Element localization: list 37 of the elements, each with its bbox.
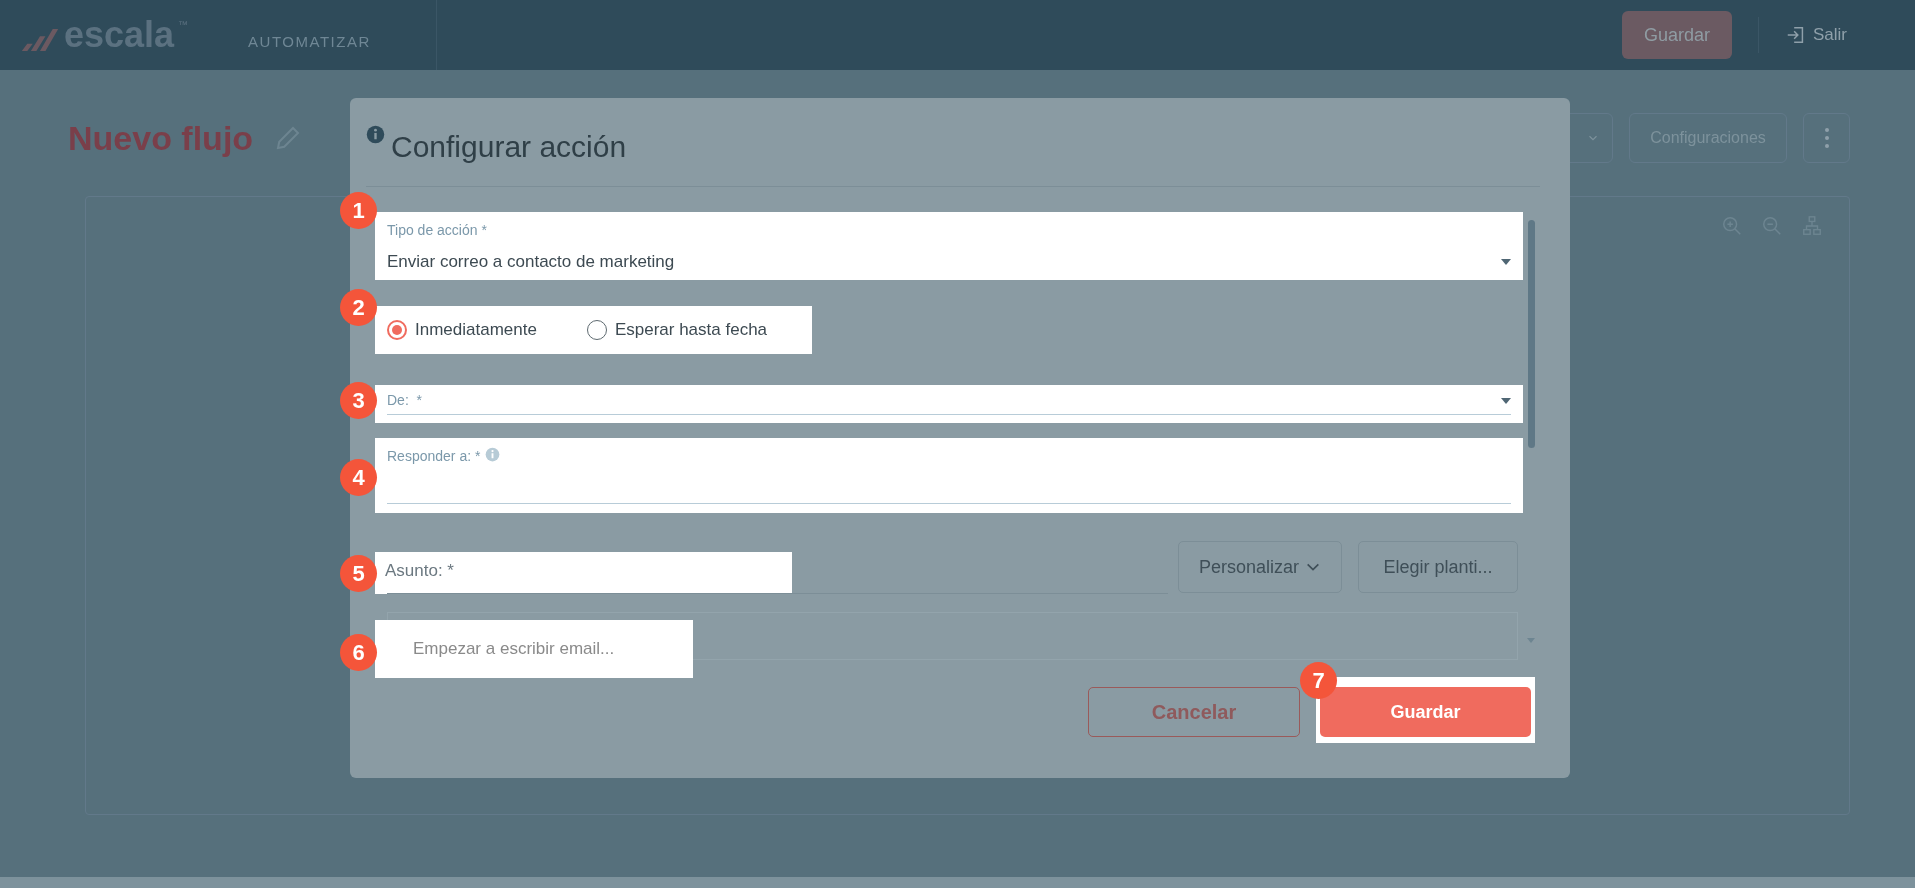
sender-select[interactable]: De: *: [375, 385, 1523, 423]
select-value: Enviar correo a contacto de marketing: [387, 251, 675, 273]
save-button[interactable]: Guardar: [1320, 687, 1531, 737]
cancel-button[interactable]: Cancelar: [1088, 687, 1300, 737]
step-number-badge: 1: [340, 192, 377, 229]
radio-option[interactable]: Esperar hasta fecha: [586, 317, 768, 343]
step-number-badge: 4: [340, 459, 377, 496]
dialog-title: Configurar acción: [391, 132, 627, 162]
radio-button[interactable]: [387, 320, 407, 340]
info-icon[interactable]: [366, 125, 385, 144]
field-label: Tipo de acción *: [387, 221, 488, 240]
nav-item[interactable]: AUTOMATIZAR: [248, 30, 371, 54]
field-label: De: *: [387, 391, 422, 410]
email-editor-field[interactable]: Empezar a escribir email...: [375, 620, 693, 678]
dropdown-caret-icon: [1501, 397, 1511, 404]
dropdown-caret-icon: [1501, 258, 1511, 265]
personalize-button[interactable]: Personalizar: [1178, 541, 1342, 593]
save-button[interactable]: Guardar: [1622, 11, 1732, 59]
more-button[interactable]: [1803, 113, 1850, 163]
kebab-icon: [1823, 127, 1830, 149]
template-button[interactable]: Elegir planti...: [1358, 541, 1518, 593]
field-label: Asunto: *: [385, 561, 454, 580]
reply-to-field[interactable]: Responder a: *: [375, 438, 1523, 513]
step-number-badge: 2: [340, 289, 377, 326]
step-number-badge: 5: [340, 555, 377, 592]
info-icon[interactable]: [485, 447, 501, 462]
field-label: Responder a: *: [387, 447, 481, 466]
hierarchy-icon[interactable]: [1801, 215, 1823, 237]
exit-link[interactable]: Salir: [1785, 22, 1847, 48]
subject-field[interactable]: Asunto: *: [375, 552, 792, 594]
scroll-down-icon[interactable]: [1527, 638, 1535, 643]
slash-marks-icon: [20, 27, 60, 53]
radio-option[interactable]: Inmediatamente: [387, 317, 537, 343]
step-number-badge: 3: [340, 382, 377, 419]
step-number-badge: 6: [340, 634, 377, 671]
action-type-select[interactable]: Tipo de acción * Enviar correo a contacto de marketing: [375, 212, 1523, 280]
step-number-badge: 7: [1300, 662, 1337, 699]
